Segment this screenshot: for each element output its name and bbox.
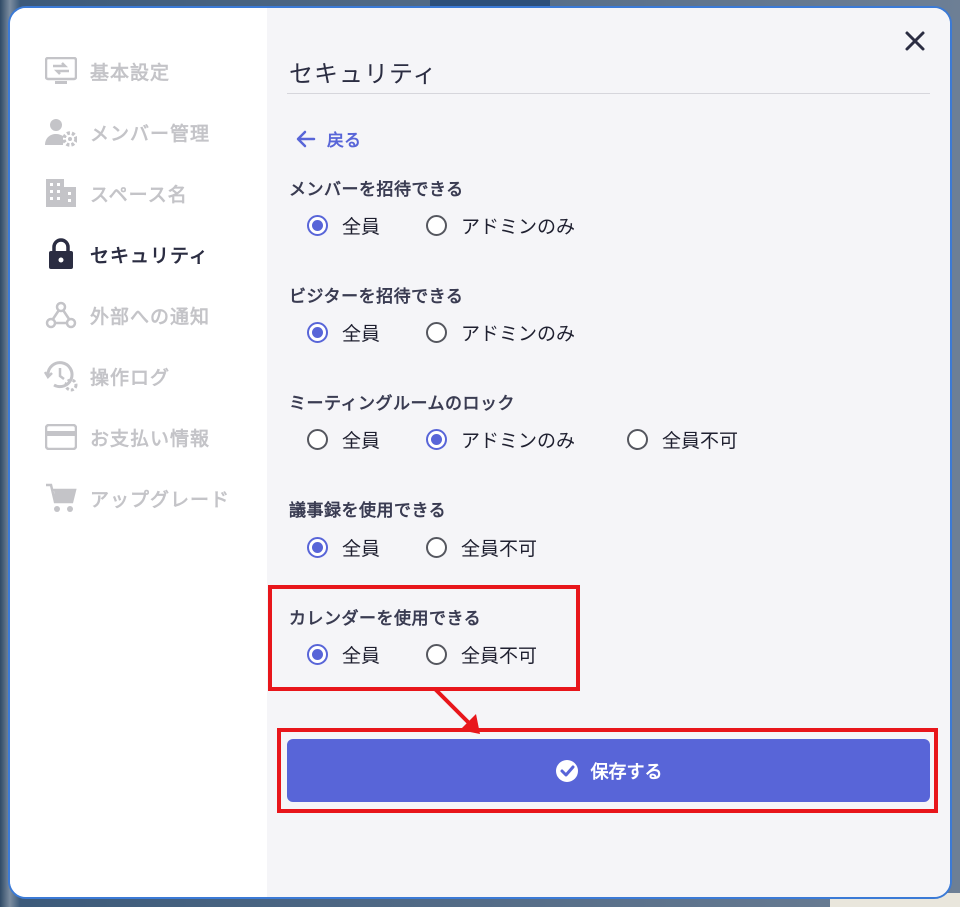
history-icon	[44, 360, 78, 392]
settings-content: セキュリティ 戻る メンバーを招待できる 全員 アドミンのみ ビジターを招待でき…	[267, 8, 950, 897]
section-label-room-lock: ミーティングルームのロック	[289, 394, 515, 414]
save-button[interactable]: 保存する	[287, 739, 930, 802]
sidebar-item-label: 操作ログ	[90, 366, 171, 389]
radio-invite-members-everyone[interactable]: 全員	[307, 212, 380, 239]
radio-circle	[426, 215, 447, 236]
settings-panel-icon	[44, 55, 78, 87]
sidebar-item-upgrade[interactable]: アップグレード	[44, 480, 230, 516]
radio-circle	[426, 429, 447, 450]
radio-room-lock-admin-only[interactable]: アドミンのみ	[426, 426, 575, 453]
settings-sidebar: 基本設定 メンバー管理 スペース名 セキュリティ 外部への通知 操作ログ お支払…	[10, 8, 267, 897]
check-circle-icon	[555, 759, 578, 782]
radio-label: 全員	[342, 216, 381, 238]
radio-invite-visitors-admin-only[interactable]: アドミンのみ	[426, 319, 575, 346]
radio-label: アドミンのみ	[461, 323, 576, 345]
section-label-minutes: 議事録を使用できる	[289, 501, 447, 521]
section-label-invite-members: メンバーを招待できる	[289, 180, 464, 200]
sidebar-item-label: 基本設定	[90, 61, 171, 84]
cart-icon	[44, 482, 78, 514]
radio-circle	[307, 429, 328, 450]
sidebar-item-label: セキュリティ	[90, 244, 209, 267]
radio-circle	[307, 537, 328, 558]
radio-circle	[426, 537, 447, 558]
radio-label: アドミンのみ	[461, 430, 576, 452]
radio-label: 全員不可	[662, 430, 739, 452]
sidebar-item-label: お支払い情報	[90, 427, 211, 450]
sidebar-item-space-name[interactable]: スペース名	[44, 175, 188, 211]
annotation-arrow-icon	[434, 688, 480, 734]
sidebar-item-security[interactable]: セキュリティ	[44, 236, 209, 272]
arrow-left-icon	[296, 130, 316, 147]
radio-label: 全員不可	[461, 538, 538, 560]
sidebar-item-external-notifications[interactable]: 外部への通知	[44, 297, 210, 333]
radio-minutes-everyone[interactable]: 全員	[307, 534, 380, 561]
credit-card-icon	[44, 421, 78, 453]
sidebar-item-label: 外部への通知	[90, 305, 211, 328]
radio-label: 全員	[342, 430, 381, 452]
sidebar-item-member-management[interactable]: メンバー管理	[44, 114, 210, 150]
radio-invite-visitors-everyone[interactable]: 全員	[307, 319, 380, 346]
radio-label: アドミンのみ	[461, 216, 576, 238]
radio-minutes-nobody[interactable]: 全員不可	[426, 534, 537, 561]
title-divider	[287, 93, 930, 94]
section-label-invite-visitors: ビジターを招待できる	[289, 287, 464, 307]
sidebar-item-label: スペース名	[90, 183, 188, 206]
page-title: セキュリティ	[289, 60, 438, 88]
member-settings-icon	[44, 116, 78, 148]
sidebar-item-label: メンバー管理	[90, 122, 211, 145]
radio-circle	[307, 215, 328, 236]
close-button[interactable]	[900, 26, 930, 56]
back-label: 戻る	[327, 131, 361, 151]
webhook-icon	[44, 299, 78, 331]
back-link[interactable]: 戻る	[295, 126, 361, 151]
radio-label: 全員	[342, 538, 381, 560]
radio-circle	[627, 429, 648, 450]
save-label: 保存する	[590, 761, 663, 783]
sidebar-item-operation-log[interactable]: 操作ログ	[44, 358, 170, 394]
sidebar-item-payment-info[interactable]: お支払い情報	[44, 419, 210, 455]
calendar-highlight-box	[268, 585, 580, 691]
radio-circle	[307, 322, 328, 343]
radio-room-lock-everyone[interactable]: 全員	[307, 426, 380, 453]
radio-invite-members-admin-only[interactable]: アドミンのみ	[426, 212, 575, 239]
lock-icon	[44, 238, 78, 270]
radio-room-lock-nobody[interactable]: 全員不可	[627, 426, 738, 453]
settings-modal: 基本設定 メンバー管理 スペース名 セキュリティ 外部への通知 操作ログ お支払…	[8, 6, 952, 899]
radio-circle	[426, 322, 447, 343]
sidebar-item-label: アップグレード	[90, 488, 231, 511]
sidebar-item-basic-settings[interactable]: 基本設定	[44, 53, 170, 89]
radio-label: 全員	[342, 323, 381, 345]
building-icon	[44, 177, 78, 209]
close-icon	[905, 31, 925, 51]
